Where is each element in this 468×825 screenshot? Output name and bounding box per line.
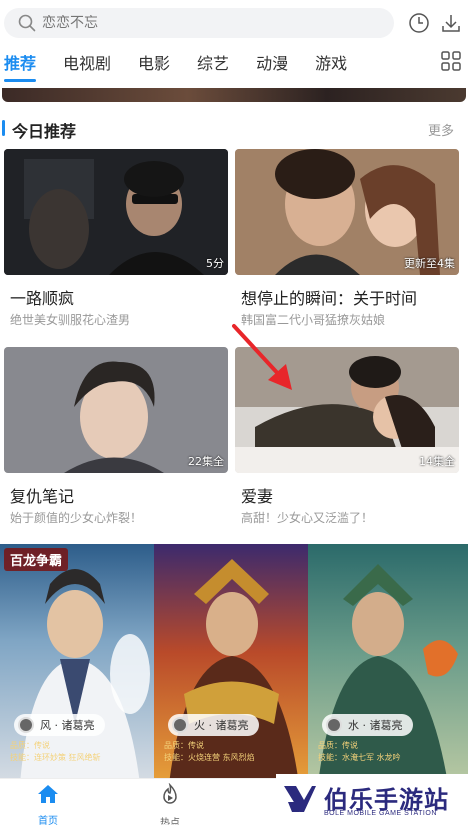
clock-icon[interactable]	[406, 10, 432, 36]
hero-name-pill: 火 · 诸葛亮	[168, 714, 259, 736]
download-icon[interactable]	[438, 10, 464, 36]
tab-movies[interactable]: 电影	[138, 50, 170, 74]
hero-emblem-icon	[326, 717, 342, 733]
hero-stats: 品质：传说 技能：火烧连营 东风烈焰	[164, 741, 255, 762]
hero-emblem-icon	[172, 717, 188, 733]
hero-name: 风 · 诸葛亮	[40, 719, 95, 732]
episode-badge: 14集全	[419, 455, 455, 468]
video-card[interactable]: 22集全 复仇笔记 始于颜值的少女心炸裂！	[4, 347, 228, 537]
search-input[interactable]	[42, 15, 342, 31]
nav-hot[interactable]: 热点	[140, 782, 200, 825]
hero-panel-wind[interactable]: 百龙争霸 风 · 诸葛亮 品质：传说 技能：连环妙策 狂风绝斩	[0, 544, 154, 784]
episode-badge: 22集全	[188, 455, 224, 468]
category-grid-icon[interactable]	[440, 50, 462, 72]
nav-home[interactable]: 首页	[18, 783, 78, 825]
home-icon	[38, 785, 58, 803]
search-icon	[12, 8, 42, 38]
video-card[interactable]: 5分 一路顺疯 绝世美女驯服花心渣男	[4, 149, 228, 339]
hero-name: 水 · 诸葛亮	[348, 719, 403, 732]
banner-image-strip[interactable]	[2, 88, 466, 102]
section-accent-bar	[2, 120, 5, 136]
hero-stats: 品质：传说 技能：水淹七军 水龙吟	[318, 741, 401, 762]
more-link[interactable]: 更多	[428, 120, 454, 139]
hero-stats: 品质：传说 技能：连环妙策 狂风绝斩	[10, 741, 101, 762]
tab-games[interactable]: 游戏	[315, 50, 347, 74]
card-subtitle: 绝世美女驯服花心渣男	[10, 313, 131, 327]
duration-badge: 5分	[206, 257, 224, 270]
site-watermark: 伯乐手游站 BOLE MOBILE GAME STATION	[276, 774, 468, 825]
video-thumbnail[interactable]: 22集全	[4, 347, 228, 473]
hero-emblem-icon	[18, 717, 34, 733]
card-title[interactable]: 爱妻	[241, 483, 273, 507]
red-arrow-annotation	[232, 324, 292, 390]
hero-name-pill: 风 · 诸葛亮	[14, 714, 105, 736]
tab-recommend[interactable]: 推荐	[4, 50, 37, 82]
video-thumbnail[interactable]: 更新至4集	[235, 149, 459, 275]
tab-tv-series[interactable]: 电视剧	[63, 50, 111, 74]
hero-panel-fire[interactable]: 火 · 诸葛亮 品质：传说 技能：火烧连营 东风烈焰	[154, 544, 308, 784]
card-subtitle: 始于颜值的少女心炸裂！	[10, 511, 143, 525]
card-subtitle: 高甜！少女心又泛滥了！	[241, 511, 374, 525]
hot-play-icon	[163, 782, 177, 804]
episode-badge: 更新至4集	[404, 257, 455, 270]
video-card[interactable]: 更新至4集 想停止的瞬间：关于时间 韩国富二代小哥猛撩灰姑娘	[235, 149, 459, 339]
top-header	[0, 0, 468, 44]
tab-variety[interactable]: 综艺	[197, 50, 229, 74]
card-title[interactable]: 一路顺疯	[10, 285, 74, 309]
hero-name-pill: 水 · 诸葛亮	[322, 714, 413, 736]
section-title: 今日推荐	[12, 122, 77, 141]
game-ad-banner[interactable]: 百龙争霸 风 · 诸葛亮 品质：传说 技能：连环妙策 狂风绝斩 火 · 诸葛亮 品…	[0, 544, 468, 784]
nav-label: 首页	[38, 816, 58, 825]
video-thumbnail[interactable]: 5分	[4, 149, 228, 275]
hero-name: 火 · 诸葛亮	[194, 719, 249, 732]
card-title[interactable]: 想停止的瞬间：关于时间	[241, 285, 417, 309]
card-title[interactable]: 复仇笔记	[10, 483, 74, 507]
tab-anime[interactable]: 动漫	[256, 50, 288, 74]
watermark-subtitle: BOLE MOBILE GAME STATION	[324, 810, 437, 817]
category-tabs: 推荐 电视剧 电影 综艺 动漫 游戏	[0, 44, 468, 82]
section-header: 今日推荐 更多	[0, 114, 468, 142]
nav-label: 热点	[160, 818, 180, 825]
hero-panel-water[interactable]: 水 · 诸葛亮 品质：传说 技能：水淹七军 水龙吟	[308, 544, 468, 784]
search-bar[interactable]	[4, 8, 394, 38]
game-logo: 百龙争霸	[4, 548, 69, 571]
watermark-logo-icon	[284, 786, 316, 812]
